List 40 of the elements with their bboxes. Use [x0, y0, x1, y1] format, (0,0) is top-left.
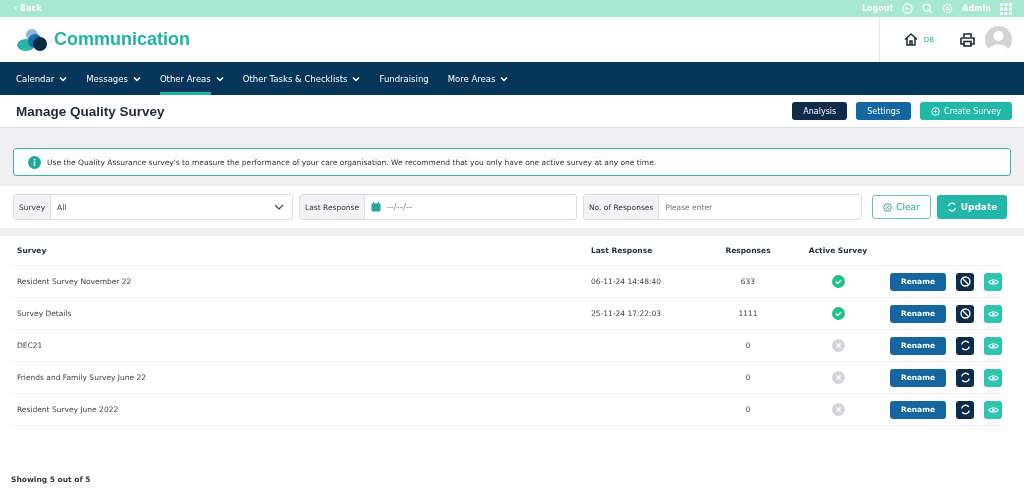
chevron-down-icon[interactable] — [500, 75, 509, 82]
deactivate-button[interactable] — [956, 272, 974, 291]
eye-icon — [987, 341, 999, 350]
chevron-down-icon[interactable] — [352, 75, 361, 82]
chevron-down-icon[interactable] — [59, 75, 68, 82]
plus-circle-icon — [931, 106, 941, 116]
cloud-logo-icon — [16, 27, 48, 52]
calendar-icon — [371, 202, 382, 212]
deactivate-button[interactable] — [956, 304, 974, 323]
refresh-icon — [959, 404, 971, 415]
eye-icon — [987, 405, 999, 414]
nav-tab[interactable]: Fundraising — [379, 62, 429, 95]
info-icon — [28, 155, 41, 169]
nav-tab[interactable]: Other Tasks & Checklists — [242, 62, 348, 95]
home-icon[interactable] — [903, 33, 918, 46]
refresh-icon — [959, 340, 971, 351]
app-title: Communication — [54, 29, 190, 50]
date-field[interactable]: --/--/-- — [371, 195, 576, 219]
refresh-icon — [946, 202, 957, 212]
eye-icon — [987, 277, 999, 286]
printer-icon[interactable] — [960, 32, 975, 47]
chevron-down-icon[interactable] — [215, 75, 224, 82]
page-title: Manage Quality Survey — [16, 103, 165, 119]
clear-button[interactable]: Clear — [872, 195, 931, 219]
refresh-icon — [959, 372, 971, 383]
eye-icon — [987, 373, 999, 382]
close-circle-icon — [883, 202, 893, 212]
eye-icon — [987, 309, 999, 318]
page-button[interactable]: Analysis — [792, 102, 848, 120]
page-button[interactable]: Settings — [856, 102, 912, 120]
nav-tab[interactable]: More Areas — [447, 62, 496, 95]
activate-button[interactable] — [956, 400, 974, 419]
nav-tab[interactable]: Calendar — [16, 62, 55, 95]
activate-button[interactable] — [956, 368, 974, 387]
chevron-down-icon[interactable] — [132, 75, 141, 82]
ban-icon — [959, 308, 971, 319]
nav-tab[interactable]: Messages — [86, 62, 128, 95]
chevron-down-icon — [274, 204, 284, 210]
activate-button[interactable] — [956, 336, 974, 355]
ban-icon — [959, 276, 971, 287]
